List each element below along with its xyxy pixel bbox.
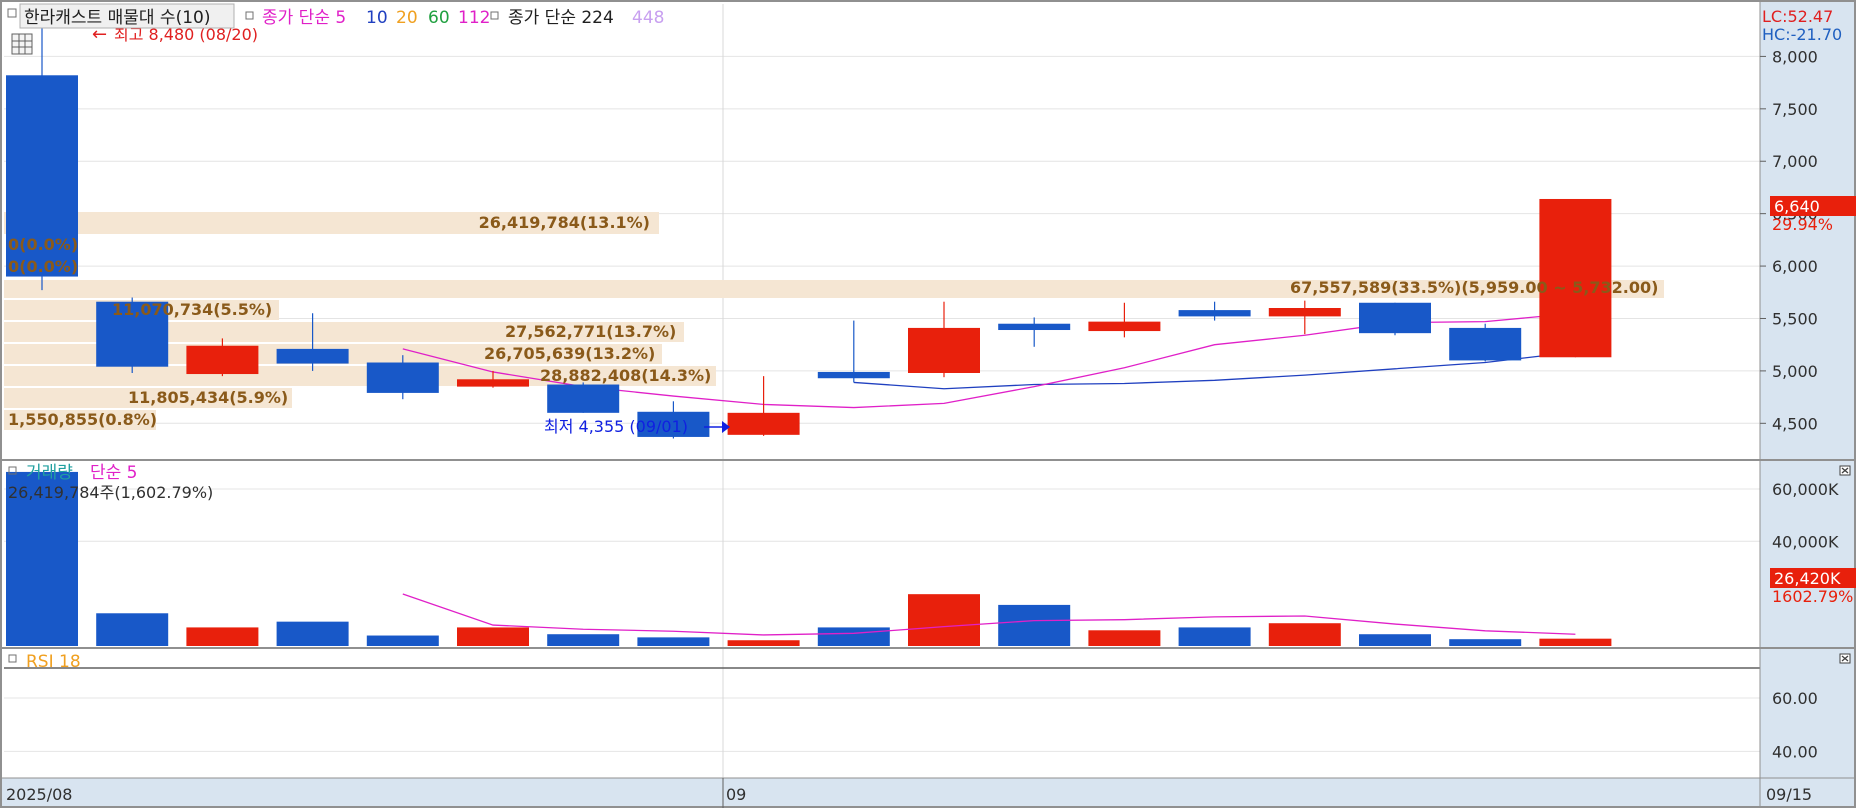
time-label-end: 09/15 bbox=[1766, 785, 1812, 804]
lc-value: LC:52.47 bbox=[1762, 7, 1833, 26]
candle-up[interactable] bbox=[727, 412, 800, 435]
volume-tick-label: 60,000K bbox=[1772, 480, 1839, 499]
candle-up[interactable] bbox=[908, 327, 980, 373]
ma-period-label: 112 bbox=[458, 8, 490, 28]
price-tick-label: 6,000 bbox=[1772, 257, 1818, 276]
candle-down[interactable] bbox=[1178, 310, 1251, 317]
volume-bar-down[interactable] bbox=[96, 613, 169, 646]
candle-down[interactable] bbox=[366, 362, 439, 393]
volume-bar-up[interactable] bbox=[457, 627, 529, 646]
volume-profile-label: 0(0.0%) bbox=[8, 257, 78, 276]
volume-note: 26,419,784주(1,602.79%) bbox=[8, 483, 213, 502]
candle-up[interactable] bbox=[1088, 321, 1161, 332]
time-label-start: 2025/08 bbox=[6, 785, 72, 804]
volume-bar-up[interactable] bbox=[1539, 638, 1612, 646]
stock-chart-window: 26,419,784(13.1%) 0(0.0%) 0(0.0%) 67,557,58… bbox=[0, 0, 1856, 808]
rsi-tick-label: 60.00 bbox=[1772, 689, 1818, 708]
volume-profile-label: 0(0.0%) bbox=[8, 235, 78, 254]
volume-bar-down[interactable] bbox=[1359, 634, 1431, 646]
volume-profile-label: 11,070,734(5.5%) bbox=[112, 300, 272, 319]
candle-down[interactable] bbox=[817, 371, 890, 379]
chart-canvas[interactable]: 26,419,784(13.1%) 0(0.0%) 0(0.0%) 67,557,58… bbox=[0, 0, 1856, 808]
time-axis-background bbox=[0, 778, 1856, 808]
hc-value: HC:-21.70 bbox=[1762, 25, 1842, 44]
current-price-value: 6,640 bbox=[1774, 197, 1820, 216]
volume-profile-label: 28,882,408(14.3%) bbox=[540, 366, 711, 385]
volume-bar-down[interactable] bbox=[366, 635, 439, 646]
price-axis-background bbox=[1760, 0, 1856, 808]
time-label-mid: 09 bbox=[726, 785, 746, 804]
price-tick-label: 5,500 bbox=[1772, 309, 1818, 328]
candle-up[interactable] bbox=[186, 345, 259, 375]
ma-period-label: 20 bbox=[396, 8, 418, 28]
volume-profile-label: 26,419,784(13.1%) bbox=[479, 213, 650, 232]
volume-profile-label: 27,562,771(13.7%) bbox=[505, 322, 676, 341]
candle-up[interactable] bbox=[1268, 308, 1341, 317]
candle-up[interactable] bbox=[457, 379, 529, 387]
table-icon[interactable] bbox=[11, 33, 33, 55]
volume-bar-down[interactable] bbox=[1178, 627, 1251, 646]
current-volume-value: 26,420K bbox=[1774, 569, 1841, 588]
ma-period-label: 10 bbox=[366, 8, 388, 28]
candle-down[interactable] bbox=[1449, 327, 1522, 361]
price-tick-label: 5,000 bbox=[1772, 362, 1818, 381]
candle-down[interactable] bbox=[276, 348, 349, 364]
stock-title: 한라캐스트 매물대 수(10) bbox=[24, 8, 210, 28]
candle-down[interactable] bbox=[547, 384, 620, 413]
volume-tick-label: 40,000K bbox=[1772, 532, 1839, 551]
price-tick-label: 4,500 bbox=[1772, 414, 1818, 433]
volume-profile-label: 11,805,434(5.9%) bbox=[128, 388, 288, 407]
volume-bar-down[interactable] bbox=[817, 627, 890, 646]
price-tick-label: 7,500 bbox=[1772, 100, 1818, 119]
low-annotation: 최저 4,355 (09/01) bbox=[544, 417, 688, 436]
volume-profile-label: 67,557,589(33.5%)(5,959.00 ~ 5,732.00) bbox=[1290, 278, 1658, 297]
volume-bar-up[interactable] bbox=[908, 594, 980, 646]
rsi-title: RSI 18 bbox=[26, 652, 81, 672]
price-tick-label: 8,000 bbox=[1772, 47, 1818, 66]
rsi-tick-label: 40.00 bbox=[1772, 742, 1818, 761]
volume-title: 거래량 bbox=[26, 463, 73, 483]
volume-bar-down[interactable] bbox=[1449, 639, 1522, 646]
volume-profile-label: 26,705,639(13.2%) bbox=[484, 344, 655, 363]
ma-period-label2: 448 bbox=[632, 8, 664, 28]
candle-down[interactable] bbox=[1359, 302, 1431, 334]
ma-legend-label: 종가 단순 5 bbox=[262, 8, 346, 28]
price-change-percent: 29.94% bbox=[1772, 215, 1833, 234]
ma-period-label: 60 bbox=[428, 8, 450, 28]
candle-down[interactable] bbox=[998, 323, 1071, 331]
price-tick-label: 7,000 bbox=[1772, 152, 1818, 171]
volume-bar-up[interactable] bbox=[186, 627, 259, 646]
volume-bar-up[interactable] bbox=[1268, 623, 1341, 646]
volume-change-percent: 1602.79% bbox=[1772, 587, 1853, 606]
volume-profile-label: 1,550,855(0.8%) bbox=[8, 410, 157, 429]
ma-legend-label2: 종가 단순 224 bbox=[508, 8, 614, 28]
volume-bar-up[interactable] bbox=[1088, 630, 1161, 646]
volume-bar-down[interactable] bbox=[547, 634, 620, 646]
volume-bar-down[interactable] bbox=[637, 637, 710, 646]
volume-bar-down[interactable] bbox=[998, 604, 1071, 646]
volume-ma-label: 단순 5 bbox=[90, 463, 138, 483]
volume-bar-down[interactable] bbox=[276, 621, 349, 646]
volume-bar-up[interactable] bbox=[727, 640, 800, 646]
